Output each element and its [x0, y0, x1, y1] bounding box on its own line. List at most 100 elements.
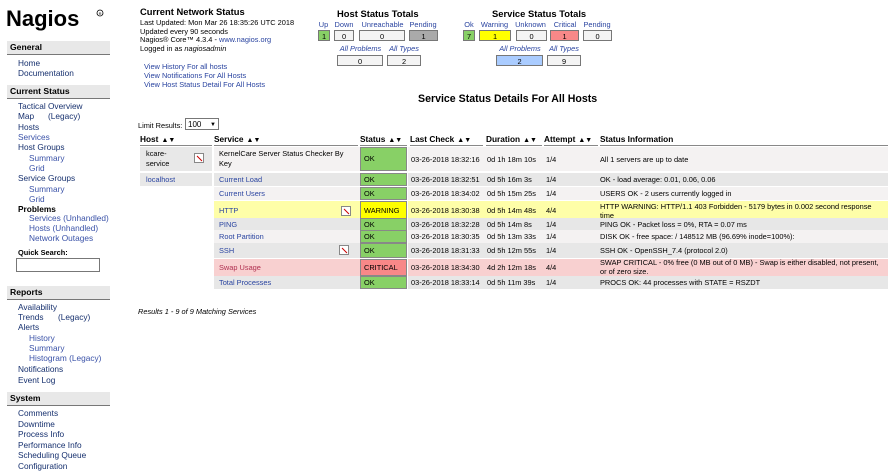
nav-service-groups-grid[interactable]: Grid [29, 194, 45, 204]
duration: 0d 1h 18m 10s [487, 155, 536, 164]
limit-results-select[interactable]: 100 ▼ [185, 118, 219, 130]
nav-services[interactable]: Services [18, 132, 50, 142]
nav-alerts-history[interactable]: History [29, 333, 55, 343]
column-header-duration[interactable]: Duration ▲▼ [486, 133, 542, 146]
nav-availability[interactable]: Availability [18, 302, 57, 312]
table-row: Current Users OK 03-26-2018 18:34:02 0d … [138, 187, 888, 200]
svc-all-problems-header[interactable]: All Problems [496, 44, 544, 53]
column-header-last-check[interactable]: Last Check ▲▼ [410, 133, 483, 146]
general-section-title: General [7, 41, 110, 55]
nav-host-groups-grid[interactable]: Grid [29, 163, 45, 173]
nav-service-groups[interactable]: Service Groups [18, 173, 75, 183]
service-link[interactable]: PING [219, 220, 237, 229]
limit-results-label: Limit Results: [138, 121, 183, 130]
nav-alerts-summary[interactable]: Summary [29, 343, 65, 353]
nav-documentation[interactable]: Documentation [18, 68, 74, 78]
sort-arrows-icon[interactable]: ▲▼ [523, 137, 537, 144]
column-header-attempt[interactable]: Attempt ▲▼ [544, 133, 598, 146]
notifications-disabled-icon[interactable] [341, 206, 351, 216]
service-link[interactable]: KernelCare Server Status Checker By Key [219, 149, 355, 169]
host-pending-header[interactable]: Pending [408, 20, 438, 29]
service-link[interactable]: Current Users [219, 189, 265, 198]
nagios-logo[interactable]: Nagios R [6, 6, 106, 32]
nav-problems-services[interactable]: Services (Unhandled) [29, 213, 109, 223]
attempt: 4/4 [546, 206, 557, 215]
nav-trends-legacy[interactable]: (Legacy) [58, 312, 90, 322]
host-all-problems-header[interactable]: All Problems [337, 44, 384, 53]
svc-ok-header[interactable]: Ok [463, 20, 475, 29]
nav-tactical-overview[interactable]: Tactical Overview [18, 101, 83, 111]
limit-results-value: 100 [188, 120, 202, 129]
nagios-org-link[interactable]: www.nagios.org [219, 35, 271, 44]
nav-scheduling-queue[interactable]: Scheduling Queue [18, 450, 86, 460]
attempt: 4/4 [546, 263, 557, 272]
service-link[interactable]: Current Load [219, 175, 262, 184]
notifications-disabled-icon[interactable] [339, 245, 349, 255]
service-link[interactable]: Root Partition [219, 232, 264, 241]
sort-arrows-icon[interactable]: ▲▼ [388, 137, 402, 144]
duration: 4d 2h 12m 18s [487, 263, 536, 272]
column-header-host[interactable]: Host ▲▼ [140, 133, 212, 146]
last-check: 03-26-2018 18:30:35 [411, 232, 480, 241]
svc-all-types-header[interactable]: All Types [546, 44, 582, 53]
svc-unknown-header[interactable]: Unknown [513, 20, 548, 29]
attempt: 1/4 [546, 220, 557, 229]
nav-notifications[interactable]: Notifications [18, 364, 63, 374]
table-row: Swap Usage CRITICAL 03-26-2018 18:34:30 … [138, 259, 888, 276]
host-down-header[interactable]: Down [333, 20, 355, 29]
host-up-header[interactable]: Up [318, 20, 329, 29]
nav-alerts[interactable]: Alerts [18, 322, 39, 332]
svc-pending-count: 0 [583, 30, 612, 41]
duration: 0d 5h 15m 25s [487, 189, 536, 198]
nav-event-log[interactable]: Event Log [18, 375, 55, 385]
nav-downtime[interactable]: Downtime [18, 419, 55, 429]
nav-home[interactable]: Home [18, 58, 40, 68]
sort-arrows-icon[interactable]: ▲▼ [457, 137, 471, 144]
last-check: 03-26-2018 18:32:28 [411, 220, 480, 229]
column-header-service[interactable]: Service ▲▼ [214, 133, 358, 146]
nav-map-legacy[interactable]: (Legacy) [48, 111, 80, 121]
service-link[interactable]: HTTP [219, 206, 238, 215]
nav-network-outages[interactable]: Network Outages [29, 233, 93, 243]
view-host-status-link[interactable]: View Host Status Detail For All Hosts [144, 80, 265, 89]
service-link[interactable]: Total Processes [219, 278, 271, 287]
sort-arrows-icon[interactable]: ▲▼ [578, 137, 592, 144]
nav-host-groups[interactable]: Host Groups [18, 142, 65, 152]
svc-critical-count: 1 [550, 30, 579, 41]
svc-pending-header[interactable]: Pending [582, 20, 612, 29]
service-link[interactable]: Swap Usage [219, 263, 261, 272]
nav-alerts-histogram[interactable]: Histogram (Legacy) [29, 353, 101, 363]
quick-search-label: Quick Search: [18, 248, 68, 257]
attempt: 1/4 [546, 232, 557, 241]
nav-problems-hosts[interactable]: Hosts (Unhandled) [29, 223, 98, 233]
host-unreachable-header[interactable]: Unreachable [359, 20, 406, 29]
nav-performance-info[interactable]: Performance Info [18, 440, 82, 450]
table-row: Total Processes OK 03-26-2018 18:33:14 0… [138, 276, 888, 289]
svc-unknown-count: 0 [516, 30, 547, 41]
nav-process-info[interactable]: Process Info [18, 429, 64, 439]
sort-arrows-icon[interactable]: ▲▼ [247, 137, 261, 144]
nav-host-groups-summary[interactable]: Summary [29, 153, 65, 163]
last-check: 03-26-2018 18:32:51 [411, 175, 480, 184]
service-link[interactable]: SSH [219, 246, 234, 255]
duration: 0d 5h 11m 39s [487, 278, 536, 287]
nav-hosts[interactable]: Hosts [18, 122, 39, 132]
nav-service-groups-summary[interactable]: Summary [29, 184, 65, 194]
view-history-link[interactable]: View History For all hosts [144, 62, 227, 71]
nav-trends[interactable]: Trends [18, 312, 44, 322]
nav-comments[interactable]: Comments [18, 408, 58, 418]
view-notifications-link[interactable]: View Notifications For All Hosts [144, 71, 246, 80]
svc-critical-header[interactable]: Critical [550, 20, 580, 29]
status-info: DISK OK - free space: / 148512 MB (96.69… [600, 232, 795, 241]
status-badge: OK [360, 147, 407, 171]
nav-map[interactable]: Map [18, 111, 34, 121]
column-header-status[interactable]: Status ▲▼ [360, 133, 407, 146]
sort-arrows-icon[interactable]: ▲▼ [161, 137, 175, 144]
status-badge: OK [360, 243, 407, 258]
svc-warning-header[interactable]: Warning [478, 20, 511, 29]
nav-configuration[interactable]: Configuration [18, 461, 67, 471]
quick-search-input[interactable] [16, 258, 100, 272]
host-all-types-header[interactable]: All Types [386, 44, 422, 53]
last-check: 03-26-2018 18:32:16 [411, 155, 480, 164]
attempt: 1/4 [546, 278, 557, 287]
